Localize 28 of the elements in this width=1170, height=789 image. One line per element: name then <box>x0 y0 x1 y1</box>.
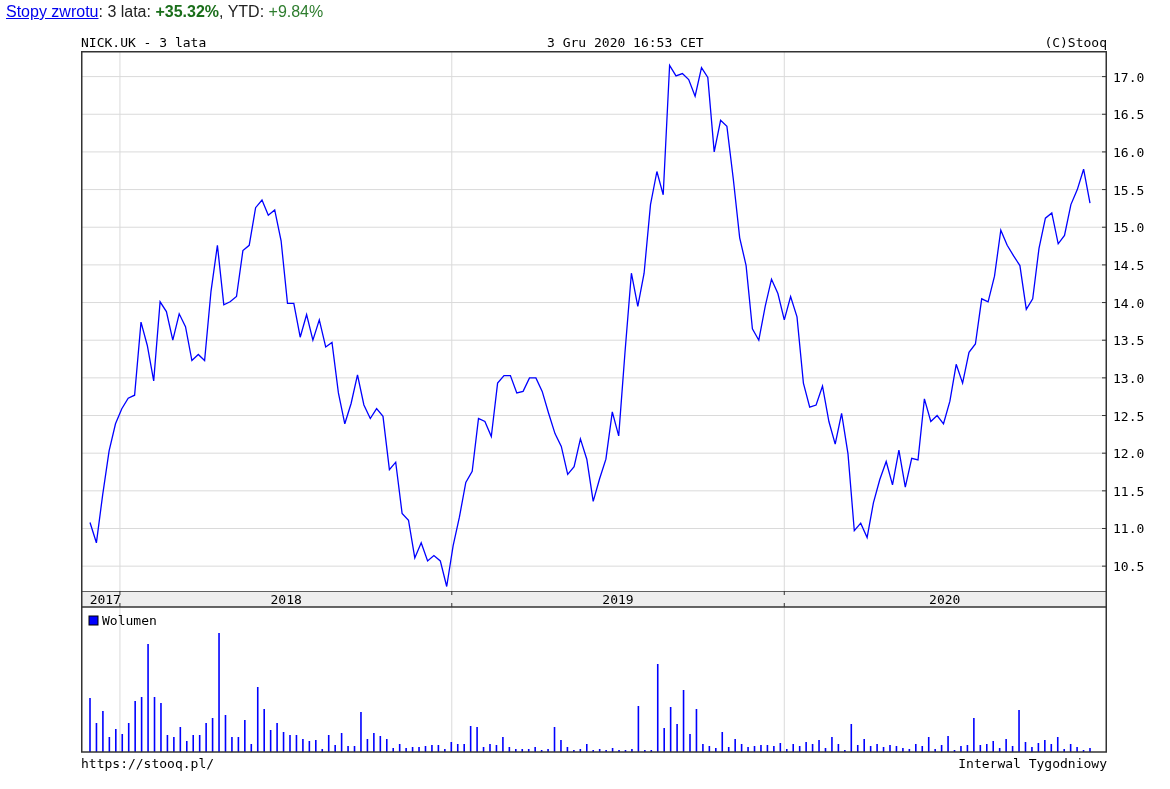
y-axis-label: 11.0 <box>1113 521 1145 537</box>
interval-label: Interwal Tygodniowy <box>958 755 1107 772</box>
y-axis-label: 12.5 <box>1113 408 1145 424</box>
y-axis-label: 11.5 <box>1113 483 1145 499</box>
y-axis-label: 12.0 <box>1113 446 1145 462</box>
y-axis-label: 14.5 <box>1113 257 1145 273</box>
y-axis-label: 17.0 <box>1113 69 1145 85</box>
year-label: 2020 <box>929 592 961 607</box>
ytd-value: +9.84% <box>268 3 324 20</box>
year-label: 2018 <box>270 592 302 607</box>
y-axis-label: 15.5 <box>1113 182 1145 198</box>
chart-title: NICK.UK - 3 lata <box>81 34 207 51</box>
y-axis-label: 10.5 <box>1113 559 1145 575</box>
legend-label: Wolumen <box>102 613 157 628</box>
y-axis-label: 13.5 <box>1113 333 1145 349</box>
y-axis-label: 13.0 <box>1113 370 1145 386</box>
copyright-text: (C)Stooq <box>1044 34 1107 51</box>
source-url: https://stooq.pl/ <box>81 755 215 772</box>
y-axis-label: 14.0 <box>1113 295 1145 311</box>
y-axis-label: 15.0 <box>1113 220 1145 236</box>
chart-date: 3 Gru 2020 16:53 CET <box>547 34 704 51</box>
y-axis-label: 16.0 <box>1113 144 1145 160</box>
period-label: : 3 lata: <box>98 3 151 20</box>
ytd-label: , YTD: <box>219 3 265 20</box>
year-label: 2019 <box>602 592 634 607</box>
returns-link[interactable]: Stopy zwrotu <box>6 3 99 20</box>
y-axis-label: 16.5 <box>1113 107 1145 123</box>
year-label: 2017 <box>89 592 121 607</box>
